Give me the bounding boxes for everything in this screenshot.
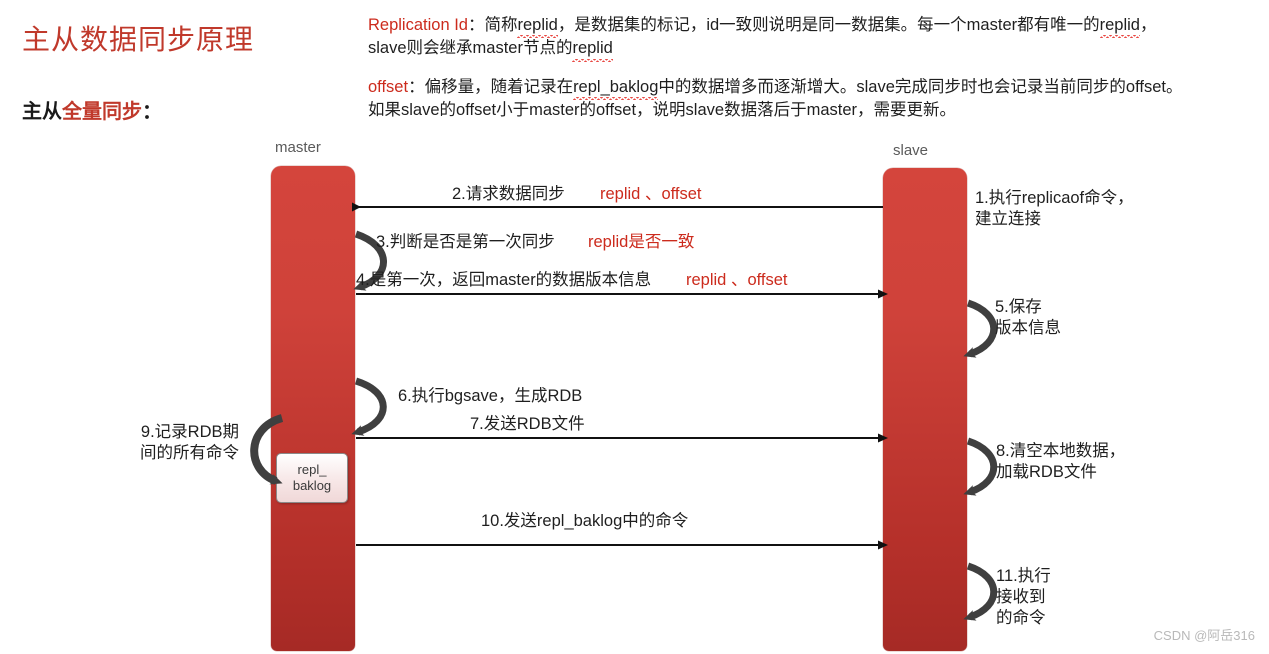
- repl-baklog-token: repl_baklog: [573, 76, 659, 101]
- replication-id-text-a: ：简称: [467, 16, 518, 34]
- description-replication-id: Replication Id：简称replid，是数据集的标记，id一致则说明是…: [368, 14, 1264, 63]
- step-9-label: 9.记录RDB期 间的所有命令: [140, 423, 239, 462]
- step-6-label: 6.执行bgsave，生成RDB: [398, 387, 583, 405]
- replication-id-text-f: slave则会继承master节点的: [368, 39, 573, 58]
- step-10-label: 10.发送repl_baklog中的命令: [481, 512, 689, 530]
- step-7-label: 7.发送RDB文件: [470, 415, 585, 433]
- master-node-label: master: [275, 139, 321, 156]
- subtitle-suffix: ：: [142, 101, 162, 123]
- step-3-label: 3.判断是否是第一次同步: [376, 233, 555, 251]
- offset-keyword: offset: [368, 78, 409, 96]
- description-offset: offset：偏移量，随着记录在repl_baklog中的数据增多而逐渐增大。s…: [368, 76, 1264, 123]
- step-11-label: 11.执行 接收到 的命令: [996, 567, 1051, 627]
- subtitle-prefix: 主从: [22, 101, 62, 123]
- arrow-step-5-self-loop: [963, 299, 998, 358]
- replication-id-text-e: ，: [1139, 16, 1157, 34]
- replication-id-keyword: Replication Id: [368, 16, 468, 34]
- offset-text-c: 中的数据增多而逐渐增大。slave完成同步时也会记录当前同步的offset。: [658, 78, 1183, 96]
- arrow-step-8-self-loop: [963, 437, 998, 496]
- replid-token-1: replid: [517, 14, 559, 39]
- arrow-step-11-self-loop: [963, 562, 998, 621]
- offset-text-a: ：偏移量，随着记录在: [408, 78, 574, 96]
- step-2-label-red: replid 、offset: [600, 185, 702, 203]
- repl-baklog-line1: repl_: [297, 462, 327, 478]
- master-lifeline: [271, 166, 355, 651]
- section-subtitle: 主从全量同步：: [22, 95, 162, 124]
- step-3-label-red: replid是否一致: [588, 233, 695, 251]
- page-title: 主从数据同步原理: [22, 24, 255, 55]
- offset-text-line2: 如果slave的offset小于master的offset，说明slave数据落…: [368, 101, 957, 120]
- slide-canvas: 主从数据同步原理 主从全量同步： Replication Id：简称replid…: [0, 0, 1269, 654]
- step-5-label: 5.保存 版本信息: [995, 298, 1061, 337]
- replication-id-text-c: ，是数据集的标记，id一致则说明是同一数据集。每一个master都有唯一的: [557, 16, 1100, 34]
- subtitle-highlight: 全量同步: [62, 101, 142, 123]
- step-1-label: 1.执行replicaof命令， 建立连接: [975, 189, 1134, 228]
- slave-node-label: slave: [893, 142, 929, 159]
- step-4-label: 4.是第一次，返回master的数据版本信息: [356, 271, 652, 289]
- slave-lifeline: [883, 168, 967, 651]
- step-8-label: 8.清空本地数据， 加载RDB文件: [996, 442, 1126, 481]
- repl-baklog-box: repl_ baklog: [276, 453, 348, 503]
- repl-baklog-line2: baklog: [292, 478, 332, 493]
- step-4-label-red: replid 、offset: [686, 271, 788, 289]
- arrow-step-6-self-loop: [351, 377, 387, 436]
- replid-token-3: replid: [572, 37, 614, 63]
- replid-token-2: replid: [1099, 14, 1141, 39]
- step-2-label: 2.请求数据同步: [452, 185, 565, 203]
- csdn-watermark: CSDN @阿岳316: [1153, 628, 1255, 643]
